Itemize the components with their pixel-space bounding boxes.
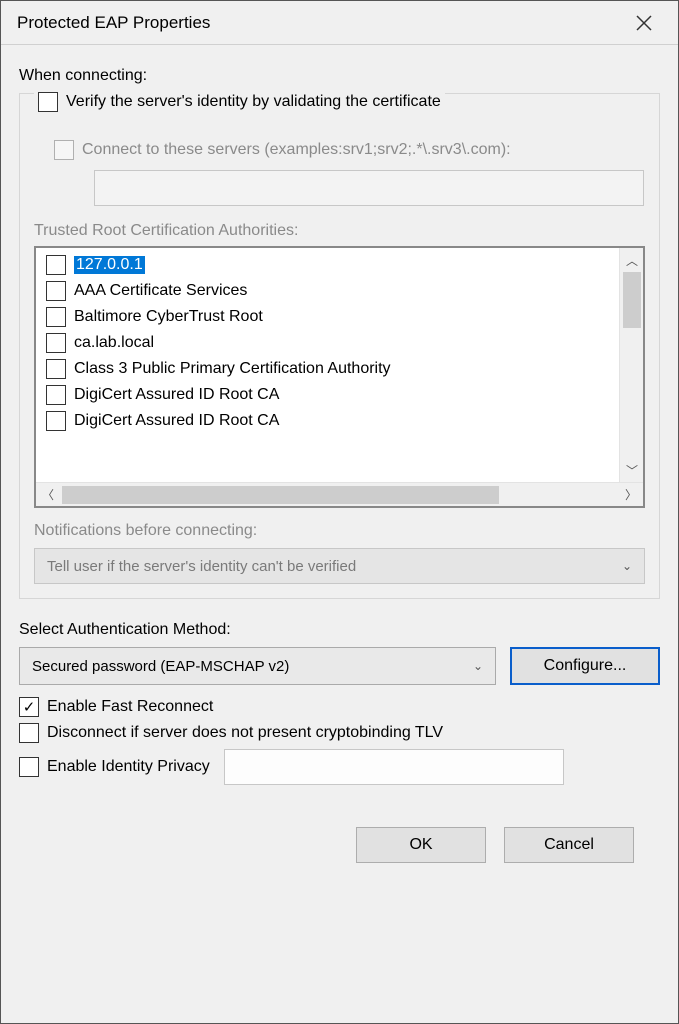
connect-servers-label: Connect to these servers (examples:srv1;…	[82, 141, 511, 159]
connect-servers-input	[94, 170, 644, 206]
scroll-up-icon[interactable]: ︿	[620, 248, 643, 272]
ca-item-label: AAA Certificate Services	[74, 282, 247, 300]
ca-item-label: 127.0.0.1	[74, 256, 145, 274]
identity-privacy-label: Enable Identity Privacy	[47, 758, 210, 776]
auth-method-label: Select Authentication Method:	[19, 621, 660, 639]
list-item[interactable]: DigiCert Assured ID Root CA	[36, 408, 619, 434]
ca-item-label: ca.lab.local	[74, 334, 154, 352]
notifications-value: Tell user if the server's identity can't…	[47, 558, 356, 575]
cancel-button[interactable]: Cancel	[504, 827, 634, 863]
ca-item-checkbox[interactable]	[46, 411, 66, 431]
connect-servers-checkbox	[54, 140, 74, 160]
ca-item-label: Baltimore CyberTrust Root	[74, 308, 263, 326]
scroll-down-icon[interactable]: ﹀	[620, 458, 643, 482]
ca-item-checkbox[interactable]	[46, 359, 66, 379]
scroll-left-icon[interactable]: 〈	[36, 483, 60, 507]
ca-item-checkbox[interactable]	[46, 385, 66, 405]
ok-button[interactable]: OK	[356, 827, 486, 863]
list-item[interactable]: Baltimore CyberTrust Root	[36, 304, 619, 330]
list-item[interactable]: DigiCert Assured ID Root CA	[36, 382, 619, 408]
when-connecting-label: When connecting:	[19, 67, 660, 85]
trusted-ca-listbox[interactable]: 127.0.0.1 AAA Certificate Services Balti…	[34, 246, 645, 508]
connect-servers-row: Connect to these servers (examples:srv1;…	[54, 140, 645, 160]
scroll-thumb[interactable]	[62, 486, 499, 504]
dialog-body: When connecting: Verify the server's ide…	[1, 45, 678, 877]
ca-item-label: DigiCert Assured ID Root CA	[74, 412, 279, 430]
identity-privacy-checkbox[interactable]	[19, 757, 39, 777]
identity-privacy-row[interactable]: Enable Identity Privacy	[19, 749, 660, 785]
titlebar: Protected EAP Properties	[1, 1, 678, 45]
verify-server-checkbox[interactable]	[38, 92, 58, 112]
auth-method-value: Secured password (EAP-MSCHAP v2)	[32, 658, 289, 675]
dialog-footer: OK Cancel	[19, 809, 660, 863]
trusted-ca-label: Trusted Root Certification Authorities:	[34, 222, 645, 240]
chevron-down-icon: ⌄	[473, 659, 483, 673]
window-title: Protected EAP Properties	[17, 13, 210, 33]
notifications-dropdown: Tell user if the server's identity can't…	[34, 548, 645, 584]
horizontal-scrollbar[interactable]: 〈 〉	[36, 482, 643, 506]
close-icon	[636, 15, 652, 31]
fast-reconnect-row[interactable]: Enable Fast Reconnect	[19, 697, 660, 717]
fast-reconnect-label: Enable Fast Reconnect	[47, 698, 213, 716]
fast-reconnect-checkbox[interactable]	[19, 697, 39, 717]
auth-method-dropdown[interactable]: Secured password (EAP-MSCHAP v2) ⌄	[19, 647, 496, 685]
chevron-down-icon: ⌄	[622, 559, 632, 573]
list-item[interactable]: 127.0.0.1	[36, 252, 619, 278]
disconnect-crypto-checkbox[interactable]	[19, 723, 39, 743]
ca-item-checkbox[interactable]	[46, 255, 66, 275]
ca-item-checkbox[interactable]	[46, 333, 66, 353]
ca-item-label: Class 3 Public Primary Certification Aut…	[74, 360, 391, 378]
connecting-groupbox: Verify the server's identity by validati…	[19, 93, 660, 599]
scroll-right-icon[interactable]: 〉	[619, 483, 643, 507]
list-item[interactable]: Class 3 Public Primary Certification Aut…	[36, 356, 619, 382]
vertical-scrollbar[interactable]: ︿ ﹀	[619, 248, 643, 482]
list-item[interactable]: ca.lab.local	[36, 330, 619, 356]
verify-server-label: Verify the server's identity by validati…	[66, 93, 441, 111]
list-item[interactable]: AAA Certificate Services	[36, 278, 619, 304]
configure-button[interactable]: Configure...	[510, 647, 660, 685]
disconnect-crypto-label: Disconnect if server does not present cr…	[47, 724, 443, 742]
trusted-ca-items: 127.0.0.1 AAA Certificate Services Balti…	[36, 248, 619, 482]
close-button[interactable]	[624, 3, 664, 43]
verify-server-row[interactable]: Verify the server's identity by validati…	[34, 92, 445, 112]
identity-privacy-input[interactable]	[224, 749, 564, 785]
ca-item-checkbox[interactable]	[46, 307, 66, 327]
ca-item-checkbox[interactable]	[46, 281, 66, 301]
ca-item-label: DigiCert Assured ID Root CA	[74, 386, 279, 404]
notifications-label: Notifications before connecting:	[34, 522, 645, 540]
disconnect-crypto-row[interactable]: Disconnect if server does not present cr…	[19, 723, 660, 743]
scroll-thumb[interactable]	[623, 272, 641, 328]
